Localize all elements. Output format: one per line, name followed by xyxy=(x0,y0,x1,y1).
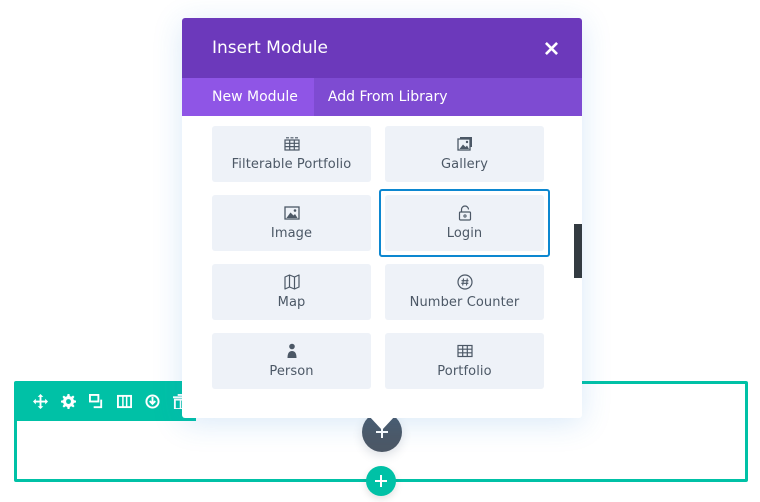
duplicate-button[interactable] xyxy=(82,381,110,421)
module-label: Gallery xyxy=(441,157,488,172)
module-image[interactable]: Image xyxy=(212,195,371,251)
modal-pointer xyxy=(369,416,395,430)
module-number-counter[interactable]: Number Counter xyxy=(385,264,544,320)
save-button[interactable] xyxy=(138,381,166,421)
tab-add-from-library[interactable]: Add From Library xyxy=(314,78,464,116)
module-grid: Filterable Portfolio Gallery Image Login… xyxy=(212,126,550,389)
columns-icon xyxy=(116,394,132,408)
save-icon xyxy=(144,393,160,409)
hash-icon xyxy=(456,274,474,290)
module-label: Login xyxy=(446,226,483,241)
module-label: Map xyxy=(277,295,306,310)
module-login[interactable]: Login xyxy=(379,189,550,257)
module-gallery[interactable]: Gallery xyxy=(385,126,544,182)
modal-header: Insert Module xyxy=(182,18,582,78)
map-icon xyxy=(283,274,301,290)
module-label: Number Counter xyxy=(409,295,520,310)
grid-icon xyxy=(456,343,474,359)
plus-icon xyxy=(375,475,387,487)
gallery-icon xyxy=(456,136,474,152)
grid-icon xyxy=(283,136,301,152)
module-label: Person xyxy=(269,364,314,379)
modal-title: Insert Module xyxy=(212,38,328,58)
modal-tabs: New Module Add From Library xyxy=(182,78,582,116)
move-button[interactable] xyxy=(26,381,54,421)
unlock-icon xyxy=(456,205,474,221)
add-row-button[interactable] xyxy=(366,466,396,496)
person-icon xyxy=(283,343,301,359)
tab-new-module[interactable]: New Module xyxy=(182,78,314,116)
settings-button[interactable] xyxy=(54,381,82,421)
columns-button[interactable] xyxy=(110,381,138,421)
module-label: Image xyxy=(270,226,313,241)
image-icon xyxy=(283,205,301,221)
insert-module-modal: Insert Module New Module Add From Librar… xyxy=(182,18,582,430)
module-label: Portfolio xyxy=(437,364,492,379)
module-person[interactable]: Person xyxy=(212,333,371,389)
modal-scrollbar[interactable] xyxy=(574,224,582,278)
row-toolbar xyxy=(14,381,196,421)
close-button[interactable] xyxy=(542,39,560,57)
module-label: Filterable Portfolio xyxy=(231,157,352,172)
module-filterable-portfolio[interactable]: Filterable Portfolio xyxy=(212,126,371,182)
duplicate-icon xyxy=(88,393,102,408)
close-icon xyxy=(544,41,558,55)
module-portfolio[interactable]: Portfolio xyxy=(385,333,544,389)
move-icon xyxy=(32,393,48,409)
module-map[interactable]: Map xyxy=(212,264,371,320)
gear-icon xyxy=(60,393,76,409)
